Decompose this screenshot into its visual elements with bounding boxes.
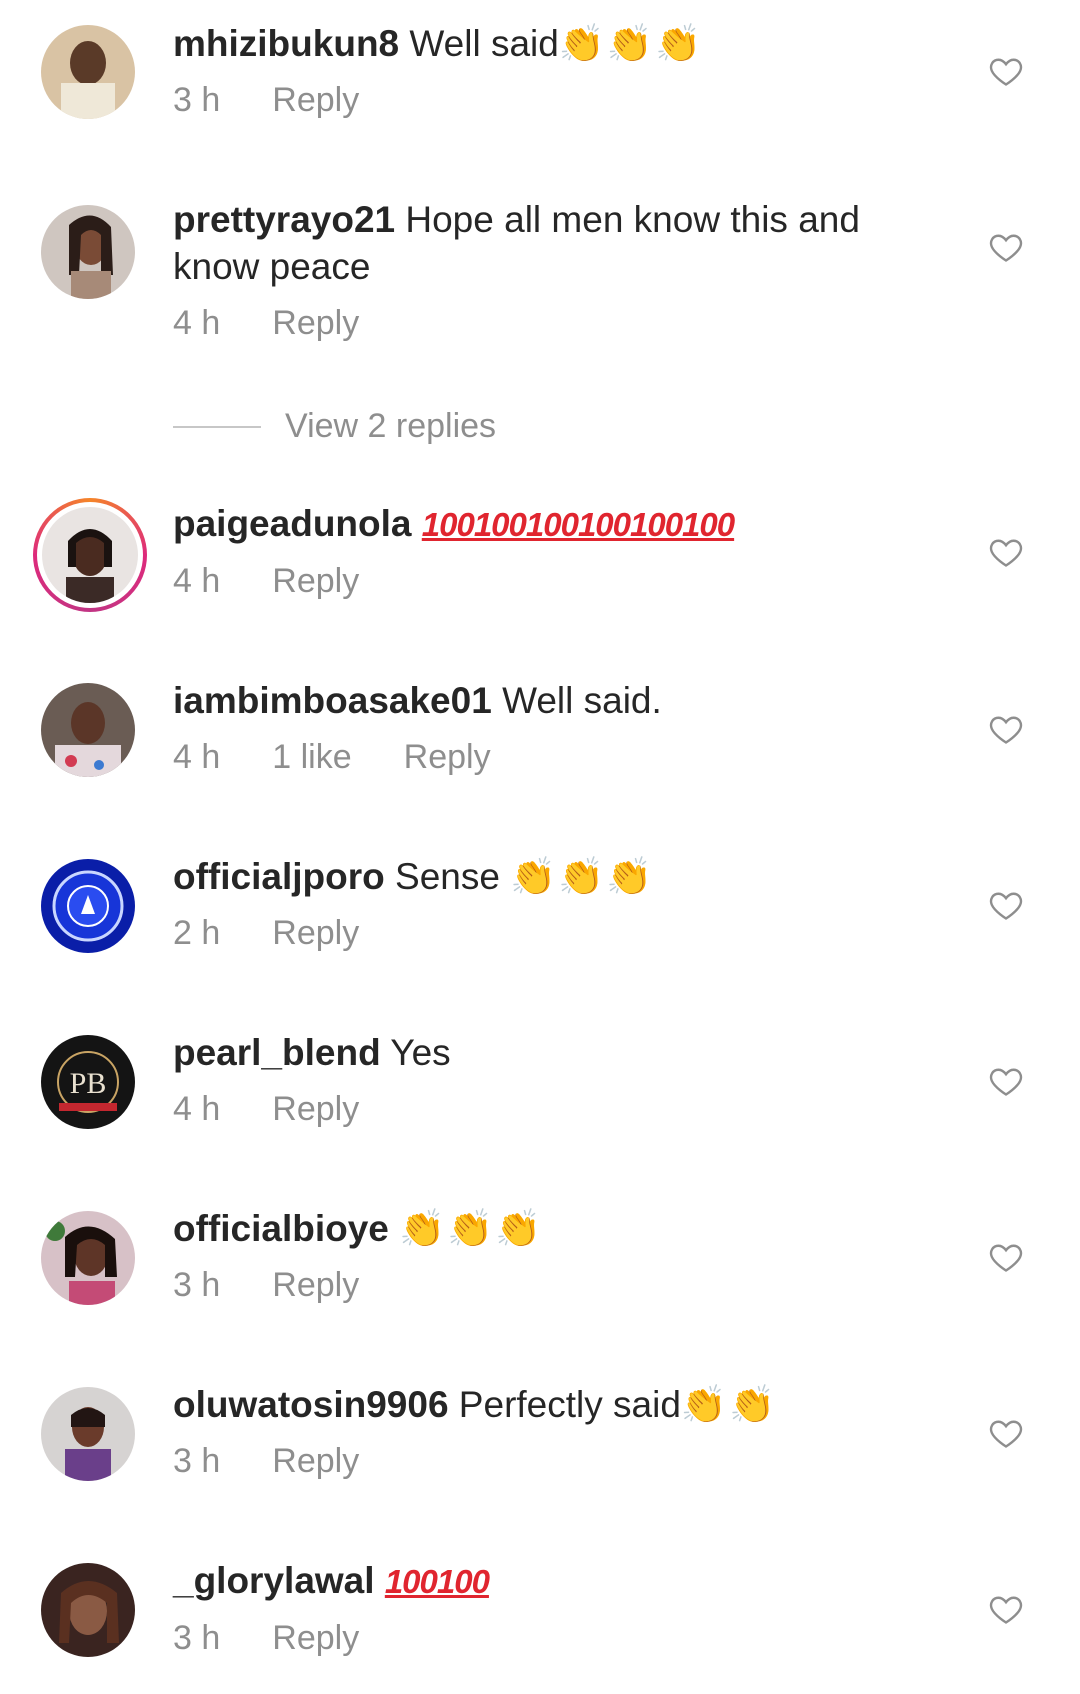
pb-badge-text: PB xyxy=(70,1067,107,1100)
view-replies-label[interactable]: View 2 replies xyxy=(285,407,496,446)
clapping-hands-emoji: 👏👏👏 xyxy=(510,855,655,898)
reply-button[interactable]: Reply xyxy=(272,1266,359,1306)
avatar[interactable] xyxy=(41,859,135,953)
comment-text: Well said. xyxy=(491,680,662,721)
reply-button[interactable]: Reply xyxy=(272,1442,359,1482)
comment-username[interactable]: pearl_blend xyxy=(173,1032,381,1073)
heart-icon[interactable] xyxy=(988,229,1024,265)
comment-time: 3 h xyxy=(173,1619,221,1657)
reply-button[interactable]: Reply xyxy=(272,1619,359,1659)
reply-button[interactable]: Reply xyxy=(272,81,359,121)
reply-button[interactable]: Reply xyxy=(272,562,359,602)
heart-icon[interactable] xyxy=(988,1415,1024,1451)
comment-time: 2 h xyxy=(173,914,221,952)
comment-username[interactable]: paigeadunola xyxy=(173,503,411,544)
heart-icon[interactable] xyxy=(988,53,1024,89)
clapping-hands-emoji: 👏👏 xyxy=(680,1383,778,1426)
avatar[interactable]: PB xyxy=(41,1035,135,1129)
comment-text: Yes xyxy=(380,1032,451,1073)
comment-text xyxy=(411,503,421,544)
avatar[interactable] xyxy=(41,1387,135,1481)
comment-username[interactable]: _glorylawal xyxy=(173,1560,375,1601)
avatar[interactable] xyxy=(41,683,135,777)
avatar[interactable] xyxy=(41,25,135,119)
comment-text xyxy=(389,1208,399,1249)
reply-button[interactable]: Reply xyxy=(404,738,491,778)
comment-time: 3 h xyxy=(173,1266,221,1304)
avatar[interactable] xyxy=(41,1563,135,1657)
comment-time: 4 h xyxy=(173,304,221,342)
comment-time: 4 h xyxy=(173,738,221,776)
heart-icon[interactable] xyxy=(988,1591,1024,1627)
avatar[interactable] xyxy=(41,1211,135,1305)
avatar-story-ring[interactable] xyxy=(33,498,147,612)
avatar[interactable] xyxy=(41,205,135,299)
comment-text: Perfectly said xyxy=(448,1384,681,1425)
comment-username[interactable]: iambimboasake01 xyxy=(173,680,492,721)
clapping-hands-emoji: 👏👏👏 xyxy=(558,22,704,65)
comment-username[interactable]: prettyrayo21 xyxy=(173,199,395,240)
reply-button[interactable]: Reply xyxy=(272,304,359,344)
heart-icon[interactable] xyxy=(988,711,1024,747)
comment-text xyxy=(375,1560,385,1601)
reply-button[interactable]: Reply xyxy=(272,1090,359,1130)
comment-username[interactable]: officialjporo xyxy=(173,856,385,897)
heart-icon[interactable] xyxy=(988,534,1024,570)
comment-username[interactable]: officialbioye xyxy=(173,1208,389,1249)
comment-username[interactable]: oluwatosin9906 xyxy=(173,1384,449,1425)
comment-time: 3 h xyxy=(173,81,221,119)
comment-text: Well said xyxy=(399,23,559,64)
comment-text: Sense xyxy=(384,856,511,897)
like-count[interactable]: 1 like xyxy=(272,738,351,778)
hundred-points-emoji: 100100100100100100 xyxy=(421,506,735,543)
heart-icon[interactable] xyxy=(988,1063,1024,1099)
heart-icon[interactable] xyxy=(988,1239,1024,1275)
clapping-hands-emoji: 👏👏👏 xyxy=(399,1207,544,1250)
comment-time: 4 h xyxy=(173,562,221,600)
reply-button[interactable]: Reply xyxy=(272,914,359,954)
heart-icon[interactable] xyxy=(988,887,1024,923)
comment-time: 4 h xyxy=(173,1090,221,1128)
comment-time: 3 h xyxy=(173,1442,221,1480)
hundred-points-emoji: 100100 xyxy=(384,1563,490,1600)
replies-divider xyxy=(173,425,261,428)
comment-username[interactable]: mhizibukun8 xyxy=(173,23,399,64)
comments-list: mhizibukun8 Well said👏👏👏 3 h Reply pretty… xyxy=(0,0,1080,1694)
view-replies-button[interactable]: View 2 replies xyxy=(173,407,496,446)
